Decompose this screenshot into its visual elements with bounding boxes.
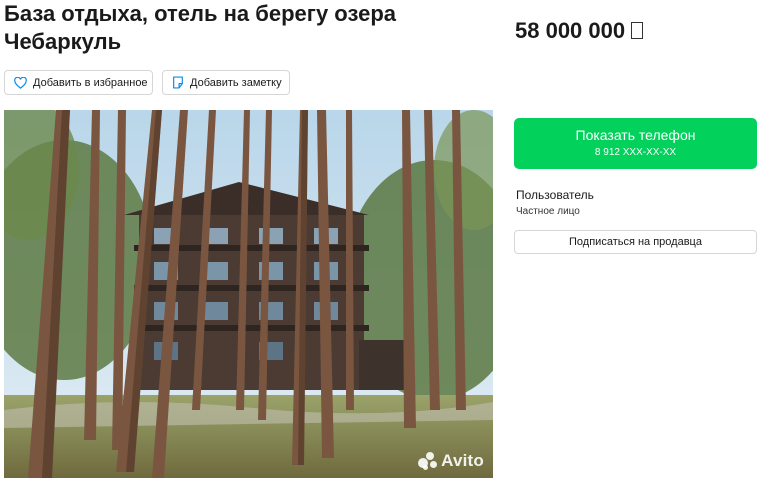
show-phone-button[interactable]: Показать телефон 8 912 XXX-XX-XX [514, 118, 757, 169]
avito-logo-icon [418, 452, 438, 470]
add-to-favorites-button[interactable]: Добавить в избранное [4, 70, 153, 95]
note-icon [173, 76, 183, 89]
listing-price: 58 000 000 [515, 17, 644, 45]
seller-name[interactable]: Пользователь [516, 188, 594, 202]
show-phone-label: Показать телефон [575, 127, 696, 143]
price-value: 58 000 000 [515, 18, 626, 43]
ruble-sign-placeholder-icon [631, 22, 644, 39]
seller-type: Частное лицо [516, 206, 580, 217]
heart-icon [14, 76, 27, 89]
add-note-button[interactable]: Добавить заметку [162, 70, 290, 95]
listing-photo[interactable]: Avito [4, 110, 493, 478]
subscribe-seller-button[interactable]: Подписаться на продавца [514, 230, 757, 254]
photo-scene [4, 110, 493, 478]
phone-mask: 8 912 XXX-XX-XX [594, 147, 677, 158]
watermark-text: Avito [441, 451, 484, 470]
avito-watermark: Avito [418, 451, 484, 471]
add-note-label: Добавить заметку [190, 76, 282, 89]
add-to-favorites-label: Добавить в избранное [33, 76, 148, 89]
listing-title: База отдыха, отель на берегу озера Чебар… [4, 1, 396, 54]
